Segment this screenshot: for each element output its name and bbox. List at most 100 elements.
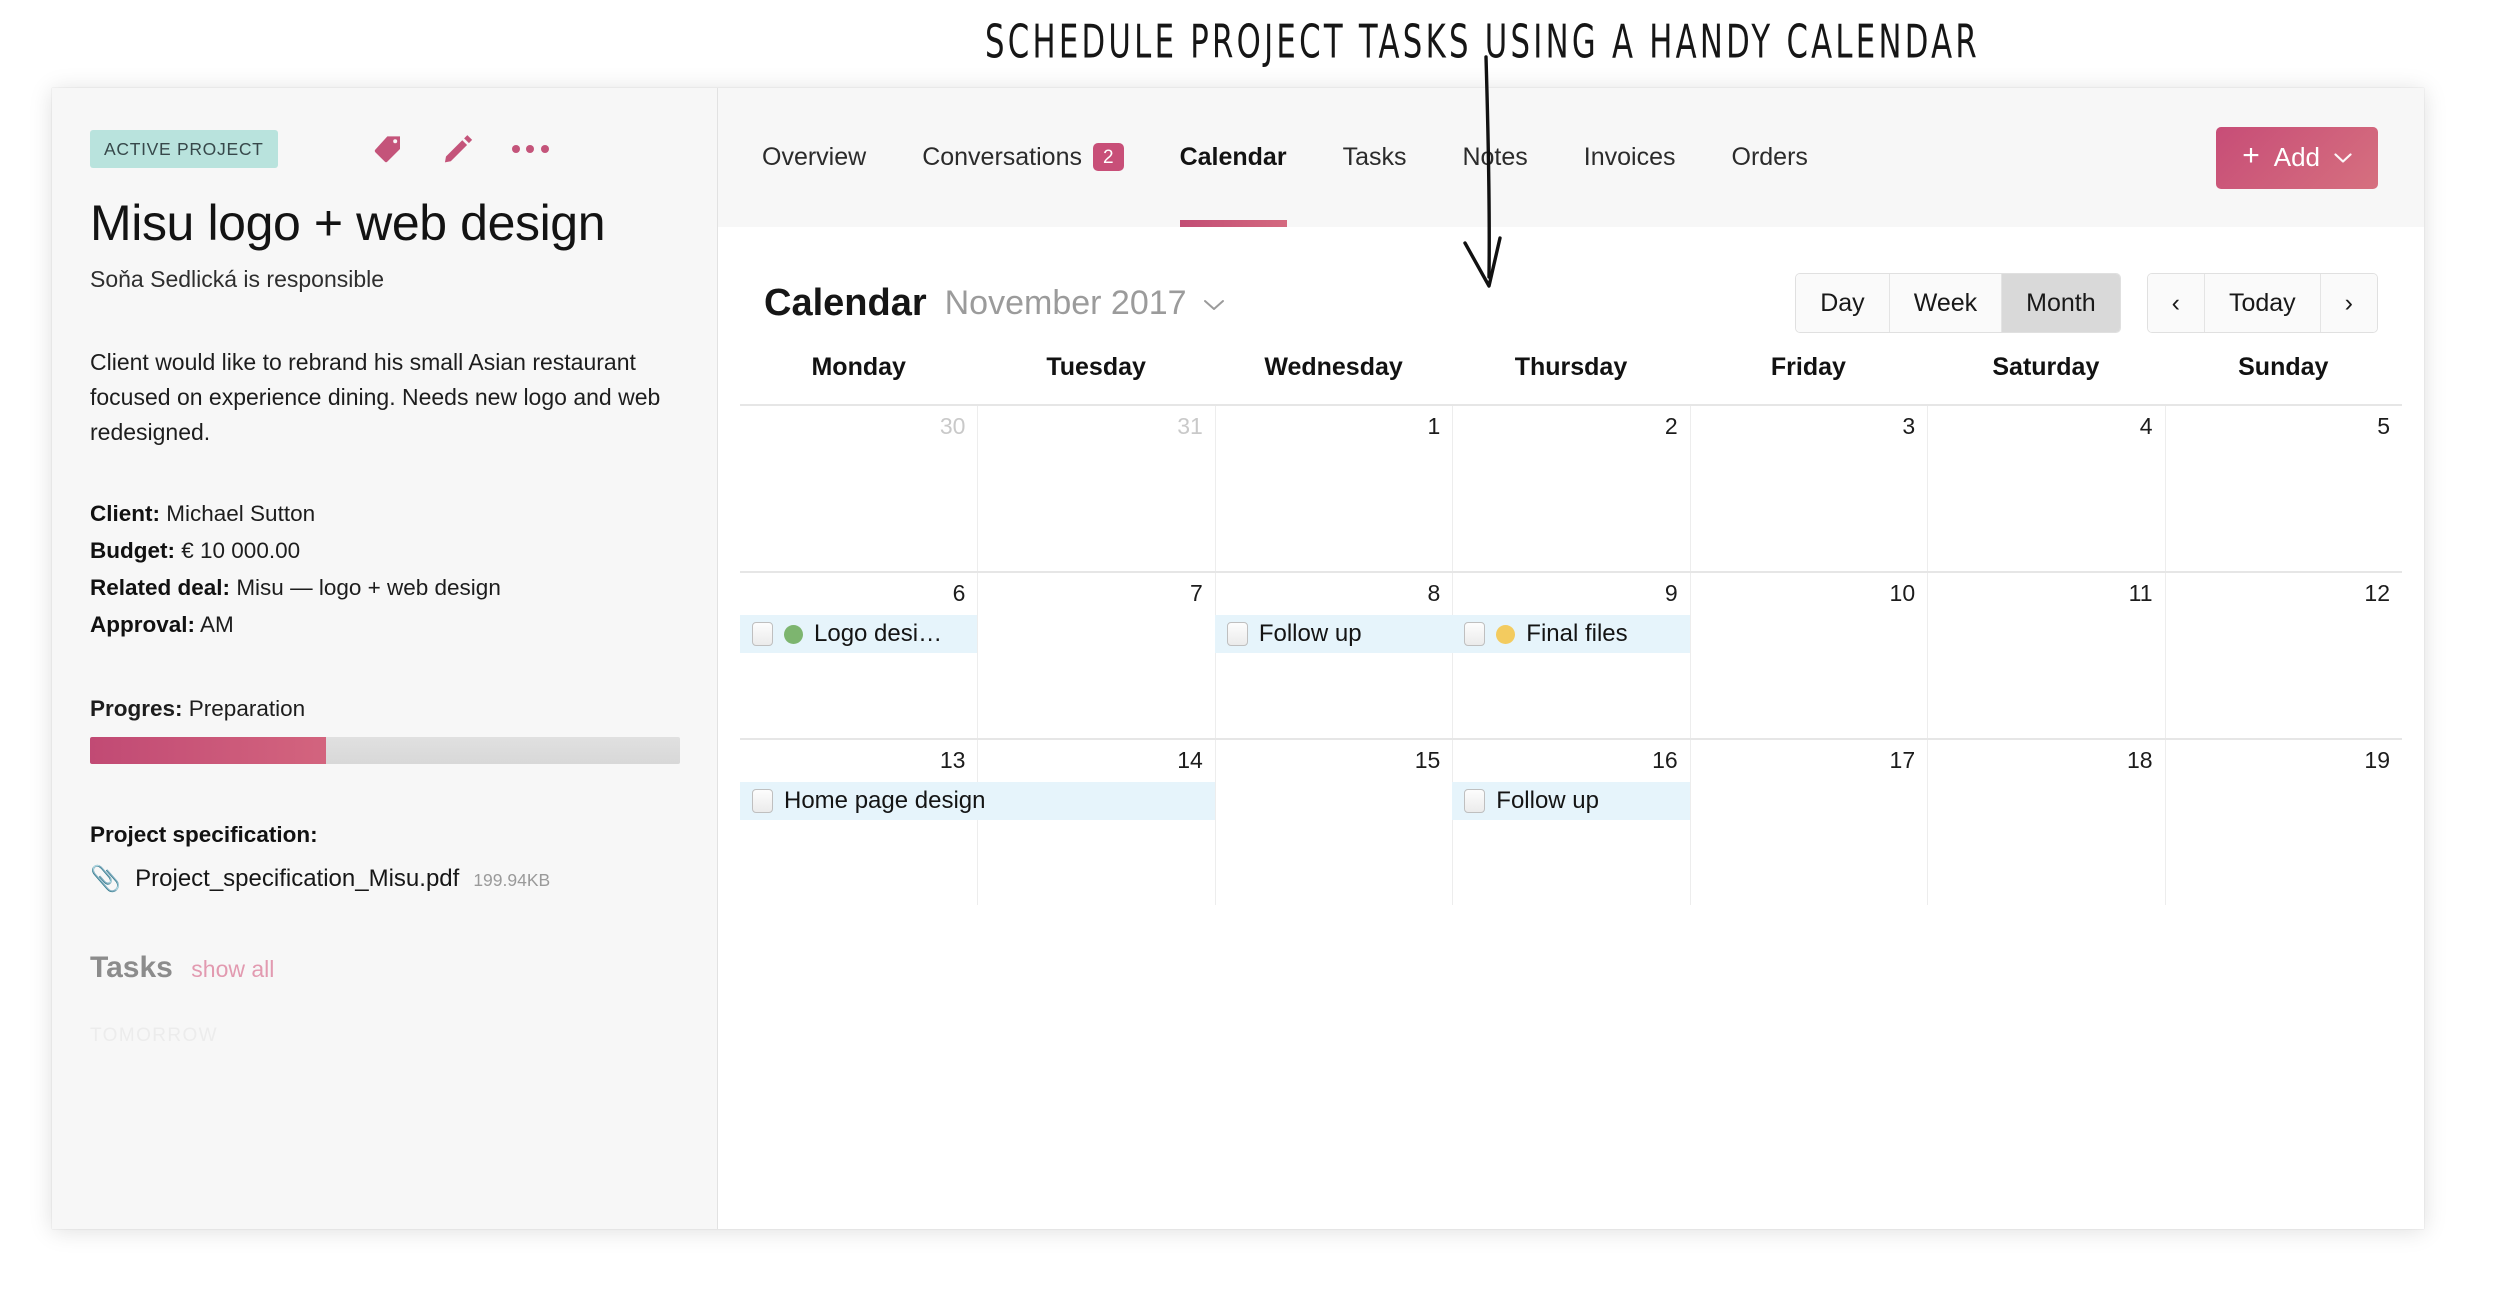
- calendar-day-cell[interactable]: 1: [1214, 406, 1452, 571]
- calendar-day-cell[interactable]: 14: [977, 740, 1214, 905]
- calendar-day-cell[interactable]: 5: [2164, 406, 2402, 571]
- weekday-saturday: Saturday: [1992, 353, 2100, 381]
- progress-section: Progres: Preparation: [90, 696, 683, 765]
- calendar-month-label[interactable]: November 2017: [945, 284, 1187, 323]
- specification-file[interactable]: 📎 Project_specification_Misu.pdf 199.94K…: [90, 864, 683, 893]
- project-meta-list: Client: Michael Sutton Budget: € 10 000.…: [90, 498, 683, 640]
- tab-orders[interactable]: Orders: [1732, 88, 1808, 227]
- next-period-button[interactable]: ›: [2320, 274, 2377, 332]
- calendar-day-cell[interactable]: 19: [2164, 740, 2402, 905]
- calendar-day-cell[interactable]: 8: [1214, 573, 1452, 738]
- calendar-day-cell[interactable]: 13: [740, 740, 977, 905]
- view-button-day[interactable]: Day: [1796, 274, 1890, 332]
- day-number: 30: [939, 413, 966, 439]
- calendar-day-cell[interactable]: 4: [1927, 406, 2164, 571]
- event-checkbox[interactable]: [1464, 622, 1486, 646]
- main-panel: Overview Conversations 2 Calendar Tasks Notes…: [718, 88, 2424, 1229]
- calendar-day-cell[interactable]: 10: [1689, 573, 1927, 738]
- event-checkbox[interactable]: [1226, 622, 1248, 646]
- tab-conversations[interactable]: Conversations 2: [922, 88, 1124, 227]
- day-number: 11: [2128, 580, 2153, 606]
- day-number: 18: [2126, 747, 2153, 773]
- today-button[interactable]: Today: [2204, 274, 2321, 332]
- calendar-title: Calendar: [764, 281, 927, 324]
- event-checkbox[interactable]: [752, 789, 773, 813]
- view-button-month[interactable]: Month: [2002, 274, 2120, 332]
- project-sidebar: ACTIVE PROJECT Misu logo + web design So…: [52, 88, 718, 1229]
- calendar-day-cell[interactable]: 17: [1689, 740, 1927, 905]
- meta-row: Client: Michael Sutton: [90, 498, 683, 529]
- tab-label: Conversations: [922, 143, 1082, 171]
- tab-notes[interactable]: Notes: [1462, 88, 1527, 227]
- day-number: 2: [1664, 413, 1678, 439]
- day-number: 3: [1902, 413, 1916, 439]
- progress-bar: [90, 737, 680, 765]
- tasks-heading: Tasks: [90, 951, 173, 985]
- paperclip-icon: 📎: [90, 865, 122, 894]
- day-number: 17: [1889, 747, 1916, 773]
- prev-period-button[interactable]: ‹: [2147, 274, 2205, 332]
- pencil-icon[interactable]: [442, 133, 474, 165]
- calendar-event[interactable]: Home page design: [740, 782, 1215, 820]
- specification-section: Project specification: 📎 Project_specifi…: [90, 822, 683, 893]
- event-checkbox[interactable]: [752, 622, 773, 646]
- tab-label: Calendar: [1179, 143, 1287, 171]
- calendar-event[interactable]: Final files: [1452, 615, 1690, 653]
- calendar-week-row: 6 7 8 9 10 11 12 Logo desi… Follow up Final files: [740, 571, 2402, 738]
- project-owner: Soňa Sedlická is responsible: [90, 266, 385, 292]
- event-label: Follow up: [1496, 787, 1599, 814]
- event-color-dot: [1496, 624, 1516, 644]
- plus-icon: +: [2242, 138, 2260, 172]
- weekday-thursday: Thursday: [1514, 353, 1628, 381]
- more-options-icon[interactable]: [511, 145, 549, 153]
- tasks-show-all-link[interactable]: show all: [191, 956, 274, 982]
- calendar-day-cell[interactable]: 7: [977, 573, 1214, 738]
- calendar-day-cell[interactable]: 9: [1452, 573, 1689, 738]
- view-switcher: Day Week Month: [1795, 273, 2121, 333]
- meta-row: Related deal: Misu — logo + web design: [90, 572, 683, 603]
- meta-label: Approval:: [90, 612, 196, 637]
- event-checkbox[interactable]: [1464, 789, 1486, 813]
- day-number: 5: [2377, 413, 2390, 439]
- calendar-event[interactable]: Logo desi…: [740, 615, 978, 653]
- tasks-section: Tasks show all TOMORROW: [90, 951, 683, 1047]
- tab-tasks[interactable]: Tasks: [1343, 88, 1407, 227]
- tab-bar: Overview Conversations 2 Calendar Tasks Notes…: [718, 88, 2424, 227]
- day-number: 4: [2139, 413, 2153, 439]
- specification-file-name[interactable]: Project_specification_Misu.pdf: [135, 865, 459, 893]
- specification-title: Project specification:: [90, 822, 318, 848]
- tab-overview[interactable]: Overview: [762, 88, 866, 227]
- day-number: 9: [1664, 580, 1678, 606]
- tab-invoices[interactable]: Invoices: [1584, 88, 1676, 227]
- day-number: 31: [1177, 413, 1203, 439]
- calendar-event[interactable]: Follow up: [1452, 782, 1690, 820]
- meta-row: Budget: € 10 000.00: [90, 535, 683, 566]
- calendar-day-cell[interactable]: 15: [1214, 740, 1452, 905]
- calendar-day-cell[interactable]: 12: [2164, 573, 2402, 738]
- calendar-day-cell[interactable]: 6: [740, 573, 977, 738]
- day-number: 1: [1427, 413, 1441, 439]
- progress-label-text: Progres:: [90, 696, 183, 722]
- meta-row: Approval: AM: [90, 609, 683, 640]
- calendar-day-cell[interactable]: 31: [977, 406, 1214, 571]
- day-number: 12: [2364, 580, 2390, 606]
- calendar-event[interactable]: Follow up: [1214, 615, 1453, 653]
- tab-badge: 2: [1093, 142, 1124, 171]
- calendar-day-cell[interactable]: 16: [1452, 740, 1689, 905]
- calendar-day-cell[interactable]: 11: [1927, 573, 2164, 738]
- meta-value: € 10 000.00: [181, 537, 301, 563]
- tag-icon[interactable]: [372, 133, 404, 165]
- tab-calendar[interactable]: Calendar: [1179, 88, 1287, 227]
- calendar-day-cell[interactable]: 30: [740, 406, 977, 571]
- meta-value: Misu — logo + web design: [236, 574, 501, 600]
- calendar-day-cell[interactable]: 3: [1689, 406, 1927, 571]
- add-button[interactable]: + Add: [2216, 126, 2378, 189]
- chevron-down-icon[interactable]: [1203, 292, 1225, 318]
- weekday-header-row: Monday Tuesday Wednesday Thursday Friday Satu…: [718, 353, 2424, 404]
- view-button-week[interactable]: Week: [1889, 274, 2003, 332]
- day-number: 14: [1177, 747, 1203, 773]
- weekday-wednesday: Wednesday: [1264, 353, 1403, 381]
- meta-label: Client:: [90, 500, 160, 526]
- calendar-day-cell[interactable]: 18: [1927, 740, 2164, 905]
- calendar-day-cell[interactable]: 2: [1452, 406, 1689, 571]
